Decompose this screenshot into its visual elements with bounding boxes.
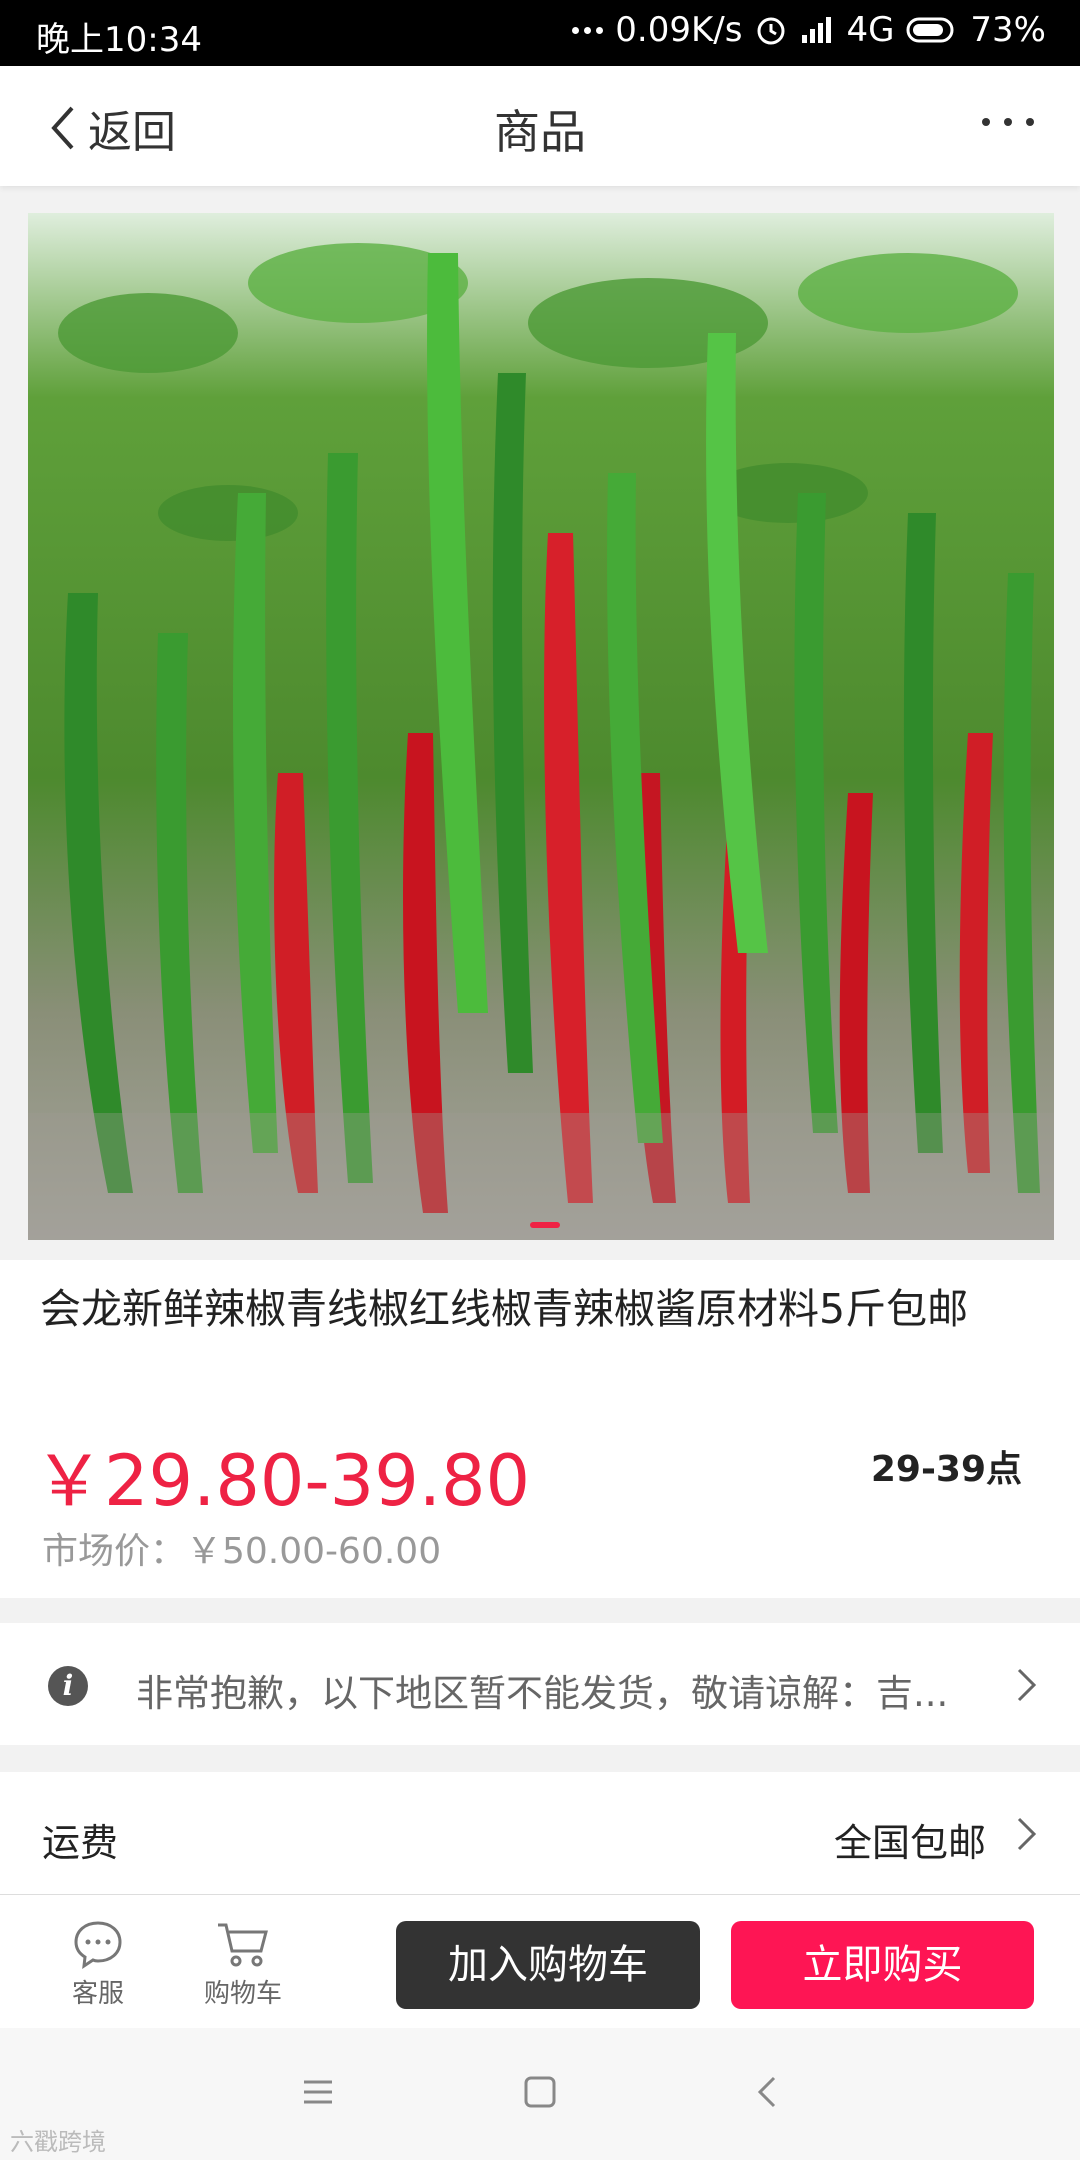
cart-label: 购物车	[203, 1979, 282, 2009]
network-speed: 0.09K/s	[615, 10, 743, 50]
more-dot-icon	[982, 118, 990, 126]
product-title: 会龙新鲜辣椒青线椒红线椒青辣椒酱原材料5斤包邮	[40, 1285, 969, 1333]
battery-level: 73%	[970, 10, 1046, 50]
buy-now-button[interactable]: 立即购买	[731, 1921, 1034, 2009]
status-bar: 晚上10:34 0.09K/s 4G 73%	[0, 0, 1080, 66]
menu-icon[interactable]	[300, 2074, 336, 2110]
delivery-notice-text: 非常抱歉，以下地区暂不能发货，敬请谅解：吉...	[136, 1672, 949, 1715]
shipping-label: 运费	[42, 1821, 119, 1865]
cart-icon-button[interactable]: 购物车	[183, 1917, 303, 2010]
carousel-indicator	[530, 1222, 560, 1228]
chevron-right-icon	[1017, 1668, 1037, 1702]
more-dot-icon	[1004, 118, 1012, 126]
product-image[interactable]	[28, 213, 1054, 1240]
more-notifications-icon	[572, 26, 604, 34]
status-time: 晚上10:34	[36, 20, 202, 60]
more-dot-icon	[1026, 118, 1034, 126]
shopping-cart-icon	[218, 1923, 268, 1967]
add-to-cart-button[interactable]: 加入购物车	[396, 1921, 700, 2009]
market-price: 市场价：￥50.00-60.00	[42, 1531, 442, 1572]
delivery-notice-row[interactable]: i 非常抱歉，以下地区暂不能发货，敬请谅解：吉...	[0, 1623, 1080, 1745]
back-nav-icon[interactable]	[750, 2074, 786, 2110]
alarm-icon	[757, 17, 785, 45]
product-points: 29-39点	[870, 1449, 1022, 1490]
shipping-value: 全国包邮	[833, 1821, 986, 1865]
product-price: ￥29.80-39.80	[34, 1440, 531, 1522]
product-info: 会龙新鲜辣椒青线椒红线椒青辣椒酱原材料5斤包邮 ￥29.80-39.80 29-…	[0, 1260, 1080, 1598]
system-navigation-bar	[0, 2028, 1080, 2160]
status-right: 0.09K/s 4G 73%	[572, 10, 1046, 50]
page-title: 商品	[494, 105, 586, 159]
customer-service-button[interactable]: 客服	[38, 1917, 158, 2010]
more-options-button[interactable]	[982, 118, 1034, 126]
customer-service-label: 客服	[71, 1979, 124, 2009]
signal-icon	[802, 17, 832, 43]
shipping-row[interactable]: 运费 全国包邮	[0, 1772, 1080, 1894]
network-type: 4G	[846, 10, 895, 50]
home-icon[interactable]	[522, 2074, 558, 2110]
chili-pepper-illustration	[28, 213, 1054, 1240]
chevron-right-icon	[1017, 1817, 1037, 1851]
info-icon: i	[48, 1666, 88, 1706]
chat-bubble-icon	[74, 1921, 122, 1970]
top-navigation-bar: 返回 商品	[0, 66, 1080, 186]
watermark: 六戳跨境	[10, 2128, 106, 2156]
battery-icon	[906, 17, 954, 43]
bottom-action-bar: 客服 购物车 加入购物车 立即购买	[0, 1894, 1080, 2029]
